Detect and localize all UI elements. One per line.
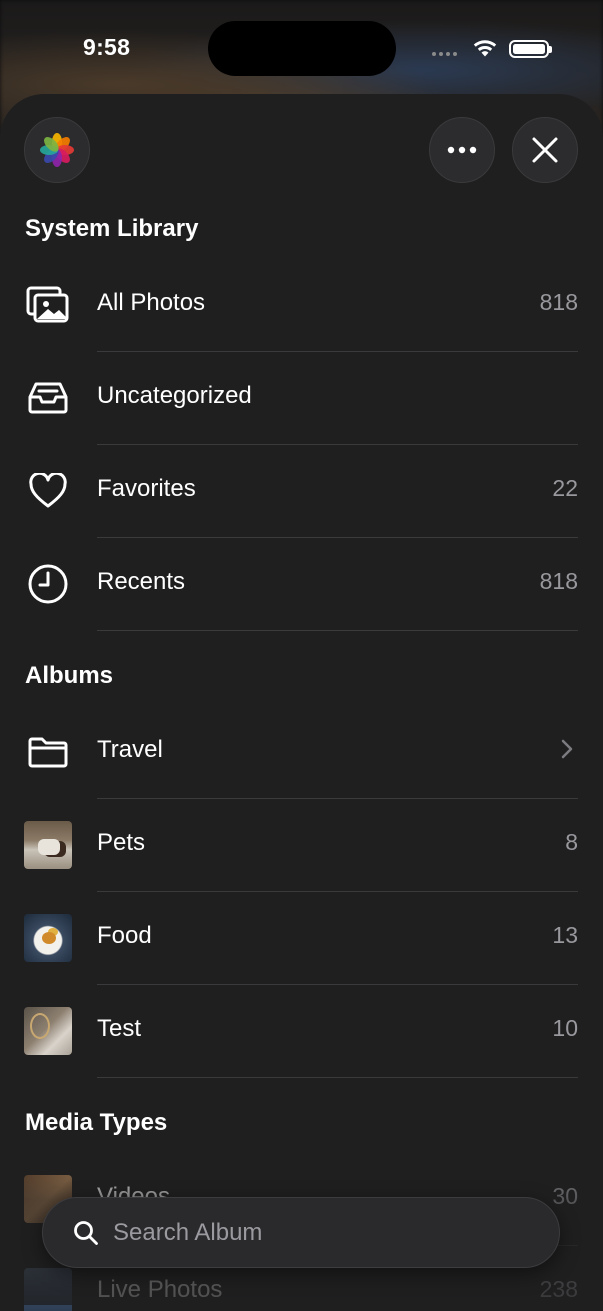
- cellular-signal-icon: [432, 52, 457, 56]
- section-title-system-library: System Library: [25, 215, 199, 242]
- list-item-label: Favorites: [97, 475, 196, 502]
- clock-icon: [24, 560, 72, 608]
- list-item-count: 22: [552, 475, 578, 501]
- list-item-all-photos[interactable]: All Photos 818: [0, 259, 603, 352]
- tray-icon: [24, 374, 72, 422]
- list-item-recents[interactable]: Recents 818: [0, 538, 603, 631]
- battery-icon: [509, 40, 552, 58]
- list-item-favorites[interactable]: Favorites 22: [0, 445, 603, 538]
- row-divider: [97, 1077, 578, 1078]
- photos-stack-icon: [24, 281, 72, 329]
- status-time: 9:58: [83, 34, 131, 60]
- search-input[interactable]: [113, 1212, 533, 1254]
- chevron-right-icon: [561, 739, 573, 759]
- list-item-test[interactable]: Test 10: [0, 985, 603, 1078]
- album-thumbnail-food: [24, 914, 72, 962]
- ellipsis-icon: [447, 146, 477, 154]
- list-item-food[interactable]: Food 13: [0, 892, 603, 985]
- list-item-count: 818: [539, 568, 578, 594]
- library-sheet: System Library All Photos 818 Uncategori…: [0, 94, 603, 1311]
- close-button[interactable]: [512, 117, 578, 183]
- search-bar[interactable]: [42, 1197, 560, 1268]
- section-title-albums: Albums: [25, 662, 114, 689]
- more-button[interactable]: [429, 117, 495, 183]
- album-thumbnail-pets: [24, 821, 72, 869]
- photos-app-icon[interactable]: [24, 117, 90, 183]
- list-item-count: 818: [539, 289, 578, 315]
- photos-flower-icon: [40, 133, 74, 167]
- list-item-count: 8: [565, 829, 578, 855]
- list-item-label: Recents: [97, 568, 186, 595]
- row-divider: [97, 630, 578, 631]
- list-item-label: Pets: [97, 829, 146, 856]
- list-item-label: All Photos: [97, 289, 206, 316]
- search-icon: [74, 1221, 98, 1245]
- list-item-travel[interactable]: Travel: [0, 706, 603, 799]
- section-title-media-types: Media Types: [25, 1109, 168, 1136]
- list-item-count: 30: [552, 1183, 578, 1209]
- status-bar: 9:58: [0, 0, 603, 95]
- list-item-pets[interactable]: Pets 8: [0, 799, 603, 892]
- list-item-label: Travel: [97, 736, 163, 763]
- wifi-icon: [473, 40, 497, 57]
- close-icon: [532, 137, 558, 163]
- list-item-count: 13: [552, 922, 578, 948]
- list-item-count: 10: [552, 1015, 578, 1041]
- dynamic-island: [208, 21, 396, 76]
- folder-icon: [24, 728, 72, 776]
- list-item-label: Uncategorized: [97, 382, 252, 409]
- album-thumbnail-live-photos: [24, 1268, 72, 1311]
- album-thumbnail-test: [24, 1007, 72, 1055]
- list-item-label: Food: [97, 922, 152, 949]
- list-item-label: Test: [97, 1015, 142, 1042]
- list-item-label: Live Photos: [97, 1276, 223, 1303]
- list-item-uncategorized[interactable]: Uncategorized: [0, 352, 603, 445]
- heart-icon: [24, 467, 72, 515]
- list-item-count: 238: [539, 1276, 578, 1302]
